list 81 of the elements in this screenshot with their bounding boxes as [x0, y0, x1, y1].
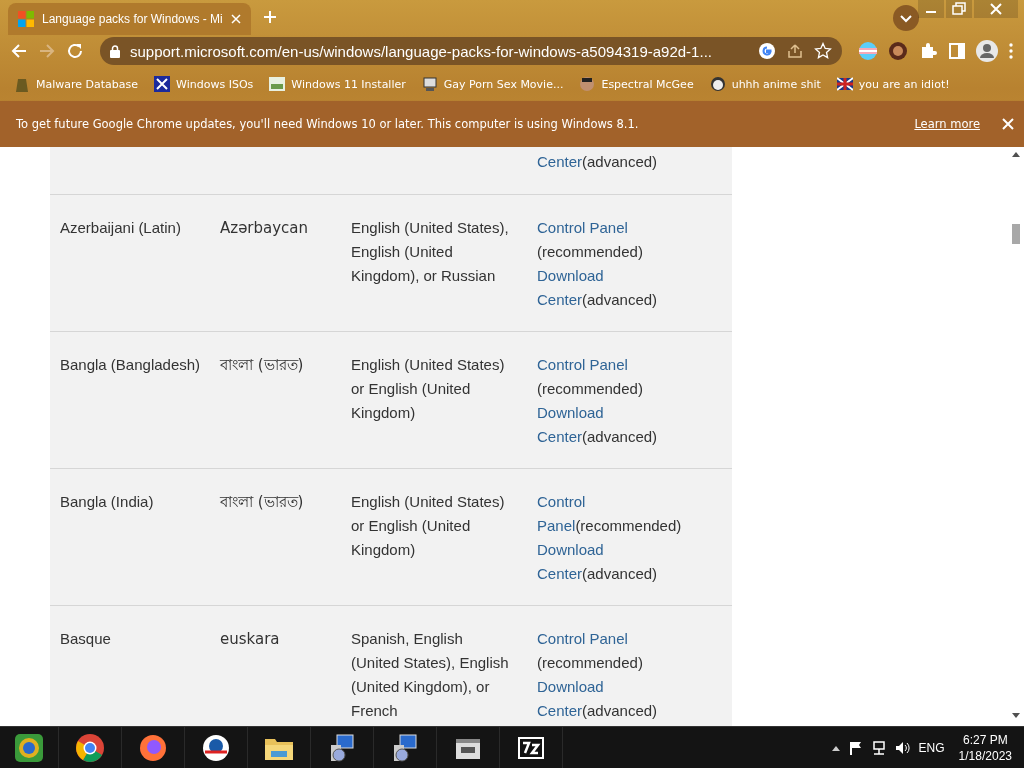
base-language: English (United States) or English (United Kingdom) [351, 492, 506, 560]
bookmark-favicon-icon [836, 76, 853, 92]
bookmark-favicon-icon [269, 76, 286, 92]
install-note: (advanced) [582, 291, 658, 308]
menu-icon[interactable] [1008, 42, 1014, 60]
star-icon[interactable] [814, 42, 832, 60]
install-note: (advanced) [582, 428, 658, 445]
base-language: English (United States) or English (United Kingdom) [351, 355, 506, 423]
native-name: বাংলা (ভারত) [220, 355, 305, 376]
install-link[interactable]: Download [537, 541, 604, 558]
bookmark[interactable]: Gay Porn Sex Movie... [421, 76, 564, 92]
google-icon[interactable] [758, 42, 776, 60]
install-note: (recommended) [575, 517, 682, 534]
install-note: (advanced) [582, 153, 658, 170]
language-name: Azerbaijani (Latin) [60, 218, 182, 238]
minimize-icon[interactable] [918, 0, 944, 18]
native-name: euskara [220, 629, 281, 650]
start-button-icon[interactable] [13, 731, 45, 764]
reload-icon[interactable] [66, 42, 84, 60]
back-icon[interactable] [10, 42, 28, 60]
bookmark[interactable]: Windows ISOs [154, 76, 254, 92]
native-name: বাংলা (ভারত) [220, 492, 305, 513]
install-link[interactable]: Center [537, 702, 583, 719]
install-note: (recommended) [537, 243, 643, 260]
chrome-icon[interactable] [75, 732, 105, 763]
extension-flag-icon[interactable] [858, 41, 878, 61]
install-link[interactable]: Center [537, 565, 583, 582]
bookmark-favicon-icon [154, 76, 171, 92]
lock-icon [110, 44, 120, 58]
restore-icon[interactable] [946, 0, 972, 18]
input-language[interactable]: ENG [918, 740, 945, 755]
forward-icon [38, 42, 56, 60]
bookmark-favicon-icon [709, 76, 726, 92]
install-link[interactable]: Download [537, 404, 604, 421]
base-language: Spanish, English (United States), English (United Kingdom), or French [351, 629, 510, 721]
new-tab-icon[interactable] [262, 10, 277, 24]
scrollbar-thumb[interactable] [1012, 224, 1020, 244]
bookmark-favicon-icon [14, 76, 30, 92]
install-note: (advanced) [582, 702, 658, 719]
close-icon[interactable] [230, 14, 241, 24]
install-link[interactable]: Control [537, 493, 586, 510]
base-language: English (United States), English (United Kingdom), or Russian [351, 218, 510, 286]
install-link[interactable]: Control Panel [537, 356, 628, 373]
tab-search-icon[interactable] [893, 5, 919, 31]
install-link[interactable]: Download [537, 678, 604, 695]
install-link[interactable]: Center [537, 428, 583, 445]
bookmark[interactable]: uhhh anime shit [709, 76, 821, 92]
bookmark[interactable]: Windows 11 Installer [269, 76, 406, 92]
profile-icon[interactable] [976, 40, 998, 62]
install-note: (advanced) [582, 565, 658, 582]
address-bar[interactable]: support.microsoft.com/en-us/windows/language-packs-for-windows-a5094319-a92d-1... [100, 37, 842, 65]
clock[interactable]: 6:27 PM 1/18/2023 [958, 731, 1012, 764]
bookmark[interactable]: you are an idiot! [836, 76, 950, 92]
close-icon[interactable] [1002, 118, 1014, 130]
volume-icon[interactable] [894, 740, 911, 755]
language-name: Bangla (India) [60, 492, 155, 512]
action-center-flag-icon[interactable] [848, 740, 863, 755]
side-panel-icon[interactable] [948, 42, 966, 60]
firefox-icon[interactable] [138, 732, 168, 763]
install-link[interactable]: Center [537, 291, 583, 308]
bookmark-favicon-icon [579, 76, 596, 92]
bookmark-favicon-icon [421, 76, 438, 92]
learn-more-link[interactable]: Learn more [914, 117, 980, 131]
close-window-icon[interactable] [974, 0, 1018, 18]
update-warning-message: To get future Google Chrome updates, you'll need Windows 10 or later. This computer is using Windows 8.1. [16, 117, 640, 131]
install-link[interactable]: Control Panel [537, 219, 628, 236]
language-name: Bangla (Bangladesh) [60, 355, 202, 375]
native-name: Azərbaycan [220, 218, 310, 239]
network-icon[interactable] [870, 740, 887, 755]
language-name: Basque [60, 629, 112, 649]
bookmark[interactable]: Malware Database [14, 76, 139, 92]
windows-logo-icon [18, 11, 34, 27]
install-note: (recommended) [537, 380, 643, 397]
install-link[interactable]: Panel [537, 517, 576, 534]
bookmark[interactable]: Espectral McGee [579, 76, 694, 92]
install-link[interactable]: Center [537, 153, 583, 170]
install-link[interactable]: Control Panel [537, 630, 628, 647]
share-icon[interactable] [786, 42, 804, 60]
install-link[interactable]: Download [537, 267, 604, 284]
browser-tab[interactable]: Language packs for Windows - Mi [8, 3, 251, 35]
install-note: (recommended) [537, 654, 643, 671]
